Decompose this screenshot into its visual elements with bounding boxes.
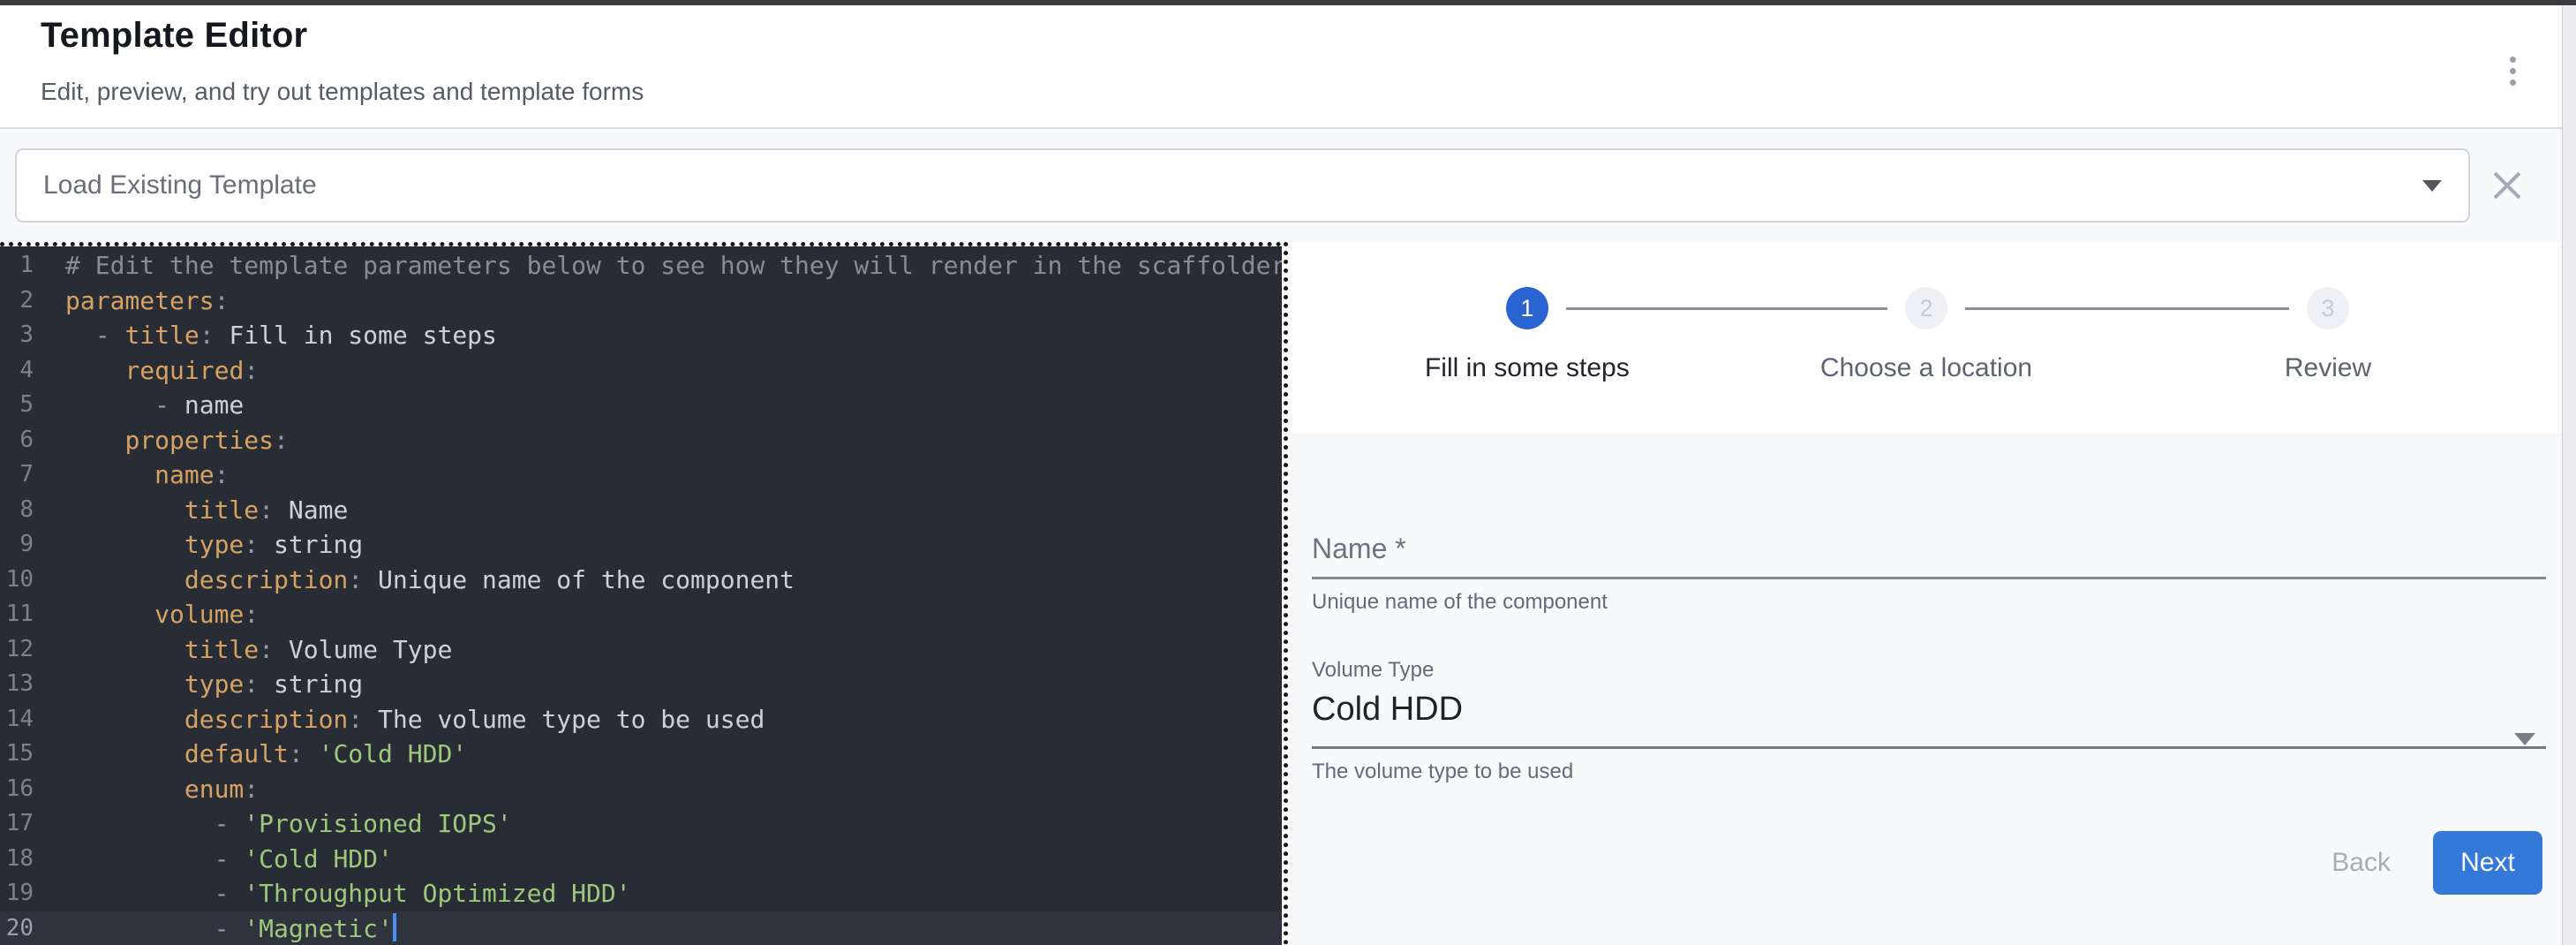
code-line[interactable]: 20 - 'Magnetic' [0, 911, 1282, 945]
code-line[interactable]: 16 enum: [0, 772, 1282, 807]
code-line[interactable]: 8 title: Name [0, 493, 1282, 528]
line-number: 3 [0, 318, 34, 353]
form-actions: Back Next [2323, 831, 2542, 895]
template-form: Name * Unique name of the component Volu… [1291, 433, 2562, 945]
volume-field-label: Volume Type [1312, 658, 1434, 683]
kebab-menu-icon [2510, 57, 2516, 86]
volume-field-helper: The volume type to be used [1312, 760, 1573, 784]
form-stepper: 1 2 3 Fill in some steps Choose a locati… [1291, 242, 2562, 433]
caret-down-icon [2514, 733, 2535, 745]
code-line[interactable]: 2parameters: [0, 284, 1282, 319]
preview-panel: 1 2 3 Fill in some steps Choose a locati… [1291, 242, 2562, 945]
code-line[interactable]: 5 - name [0, 388, 1282, 423]
code-line[interactable]: 11 volume: [0, 597, 1282, 632]
code-line[interactable]: 12 title: Volume Type [0, 632, 1282, 668]
step-1[interactable]: 1 [1506, 287, 1548, 329]
code-line[interactable]: 6 properties: [0, 423, 1282, 458]
line-number: 11 [0, 597, 34, 632]
line-number: 10 [0, 563, 34, 598]
step-3-icon: 3 [2307, 287, 2349, 329]
name-field-helper: Unique name of the component [1312, 590, 1608, 615]
load-template-select[interactable]: Load Existing Template [15, 148, 2470, 223]
line-number: 19 [0, 876, 34, 911]
code-line[interactable]: 18 - 'Cold HDD' [0, 842, 1282, 877]
line-number: 13 [0, 667, 34, 702]
step-connector [1965, 307, 2289, 310]
name-field-label: Name * [1312, 533, 1406, 565]
step-1-label: Fill in some steps [1425, 353, 1630, 383]
page-scrollbar[interactable] [2562, 5, 2576, 945]
volume-select[interactable]: Cold HDD [1312, 691, 1463, 729]
line-number: 5 [0, 388, 34, 423]
close-button[interactable] [2482, 161, 2532, 210]
code-editor[interactable]: 1# Edit the template parameters below to… [0, 246, 1282, 945]
code-line[interactable]: 4 required: [0, 353, 1282, 389]
step-2[interactable]: 2 [1905, 287, 1947, 329]
back-button[interactable]: Back [2323, 831, 2399, 895]
code-line[interactable]: 13 type: string [0, 667, 1282, 702]
line-number: 17 [0, 806, 34, 842]
line-number: 15 [0, 737, 34, 772]
name-input[interactable] [1312, 577, 2546, 579]
code-line[interactable]: 1# Edit the template parameters below to… [0, 248, 1282, 284]
step-3[interactable]: 3 [2307, 287, 2349, 329]
line-number: 18 [0, 842, 34, 877]
page-title: Template Editor [41, 16, 307, 56]
line-number: 16 [0, 772, 34, 807]
caret-down-icon [2422, 180, 2442, 192]
editor-container: 1# Edit the template parameters below to… [0, 242, 1282, 945]
volume-select-underline [1312, 746, 2546, 749]
page-subtitle: Edit, preview, and try out templates and… [41, 78, 644, 106]
load-template-placeholder: Load Existing Template [43, 170, 2422, 200]
split-drag-handle[interactable] [1282, 242, 1291, 945]
code-line[interactable]: 9 type: string [0, 527, 1282, 563]
line-number: 8 [0, 493, 34, 528]
line-number: 4 [0, 353, 34, 389]
line-number: 2 [0, 284, 34, 319]
main-split: 1# Edit the template parameters below to… [0, 242, 2562, 945]
step-1-icon: 1 [1506, 287, 1548, 329]
text-cursor [393, 913, 396, 941]
line-number: 20 [0, 911, 34, 945]
line-number: 12 [0, 632, 34, 668]
next-button[interactable]: Next [2433, 831, 2542, 895]
step-2-icon: 2 [1905, 287, 1947, 329]
line-number: 9 [0, 527, 34, 563]
code-line[interactable]: 7 name: [0, 457, 1282, 493]
code-line[interactable]: 17 - 'Provisioned IOPS' [0, 806, 1282, 842]
code-line[interactable]: 10 description: Unique name of the compo… [0, 563, 1282, 598]
more-options-button[interactable] [2491, 49, 2534, 92]
line-number: 1 [0, 248, 34, 284]
code-line[interactable]: 19 - 'Throughput Optimized HDD' [0, 876, 1282, 911]
code-line[interactable]: 15 default: 'Cold HDD' [0, 737, 1282, 772]
line-number: 7 [0, 457, 34, 493]
close-icon [2490, 169, 2524, 202]
template-toolbar: Load Existing Template [0, 127, 2562, 242]
line-number: 14 [0, 702, 34, 737]
line-number: 6 [0, 423, 34, 458]
window-top-bar [0, 0, 2576, 5]
code-line[interactable]: 3 - title: Fill in some steps [0, 318, 1282, 353]
step-2-label: Choose a location [1820, 353, 2032, 383]
page-header: Template Editor Edit, preview, and try o… [0, 5, 2562, 127]
step-connector [1566, 307, 1887, 310]
code-line[interactable]: 14 description: The volume type to be us… [0, 702, 1282, 737]
step-3-label: Review [2285, 353, 2371, 383]
